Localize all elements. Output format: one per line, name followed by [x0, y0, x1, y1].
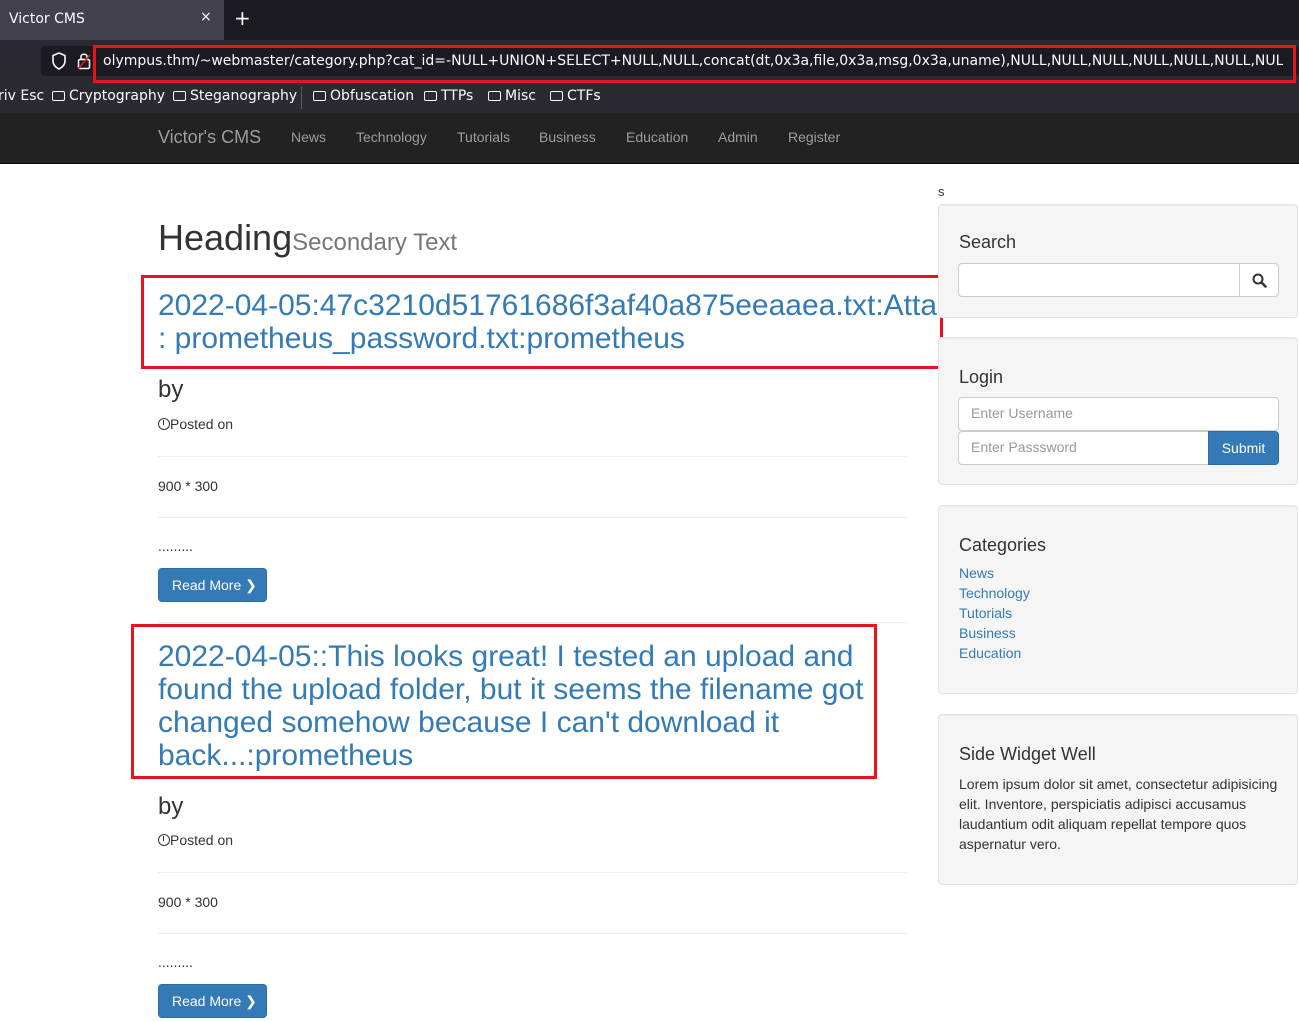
- post-title-highlight-box: [131, 624, 877, 779]
- site-navbar: Victor's CMS News Technology Tutorials B…: [0, 113, 1299, 164]
- read-more-button[interactable]: Read More ❯: [158, 984, 267, 1018]
- search-input[interactable]: [958, 263, 1240, 297]
- chevron-right-icon: ❯: [245, 577, 257, 593]
- divider: [158, 517, 908, 518]
- page-heading: HeadingSecondary Text: [158, 217, 458, 258]
- nav-tutorials[interactable]: Tutorials: [457, 129, 510, 145]
- bookmarks-toolbar: riv Esc Cryptography Steganography Obfus…: [0, 83, 1299, 113]
- heading-secondary: Secondary Text: [292, 229, 458, 256]
- category-tutorials[interactable]: Tutorials: [959, 605, 1012, 621]
- search-icon: [1252, 273, 1267, 288]
- search-title: Search: [959, 232, 1017, 252]
- folder-icon: [52, 91, 65, 101]
- login-title: Login: [959, 367, 1004, 387]
- search-button[interactable]: [1239, 263, 1279, 297]
- divider: [158, 872, 908, 873]
- side-widget-well: Side Widget Well Lorem ipsum dolor sit a…: [938, 714, 1298, 885]
- lock-icon[interactable]: [77, 51, 91, 71]
- category-business[interactable]: Business: [959, 625, 1016, 641]
- bookmark-misc[interactable]: Misc: [488, 88, 536, 104]
- category-technology[interactable]: Technology: [959, 585, 1030, 601]
- bookmark-steganography[interactable]: Steganography: [173, 88, 297, 104]
- post-date: Posted on: [158, 832, 233, 848]
- read-more-button[interactable]: Read More ❯: [158, 568, 267, 602]
- clock-icon: [158, 418, 170, 430]
- browser-tab-bar: Victor CMS × +: [0, 0, 1299, 40]
- categories-title: Categories: [959, 535, 1047, 555]
- password-field[interactable]: Enter Passsword: [958, 431, 1210, 465]
- search-well: Search: [938, 204, 1298, 318]
- bookmark-separator: [301, 87, 302, 109]
- nav-business[interactable]: Business: [539, 129, 596, 145]
- browser-tab[interactable]: Victor CMS ×: [0, 0, 224, 40]
- nav-admin[interactable]: Admin: [718, 129, 758, 145]
- post-excerpt: .........: [158, 954, 194, 970]
- url-highlight-box: [93, 45, 1296, 83]
- submit-button[interactable]: Submit: [1208, 431, 1279, 465]
- shield-icon[interactable]: [50, 51, 68, 71]
- divider: [158, 622, 908, 623]
- login-well: Login Enter Username Enter Passsword Sub…: [938, 337, 1298, 485]
- bookmark-priv-esc[interactable]: riv Esc: [0, 88, 44, 104]
- divider: [158, 933, 908, 934]
- bookmark-ctfs[interactable]: CTFs: [550, 88, 601, 104]
- folder-icon: [424, 91, 437, 101]
- post-author: by: [158, 793, 184, 820]
- bookmark-cryptography[interactable]: Cryptography: [52, 88, 165, 104]
- category-news[interactable]: News: [959, 565, 994, 581]
- post-title-highlight-box: [141, 275, 943, 369]
- folder-icon: [488, 91, 501, 101]
- divider: [158, 456, 908, 457]
- bookmark-obfuscation[interactable]: Obfuscation: [313, 88, 414, 104]
- post-author: by: [158, 376, 184, 403]
- post-image-placeholder: 900 * 300: [158, 894, 218, 910]
- post-excerpt: .........: [158, 538, 194, 554]
- folder-icon: [313, 91, 326, 101]
- folder-icon: [173, 91, 186, 101]
- nav-education[interactable]: Education: [626, 129, 688, 145]
- nav-register[interactable]: Register: [788, 129, 840, 145]
- folder-icon: [550, 91, 563, 101]
- new-tab-icon[interactable]: +: [234, 6, 251, 30]
- stray-text: s: [938, 184, 945, 199]
- tab-title: Victor CMS: [9, 11, 85, 27]
- site-brand[interactable]: Victor's CMS: [158, 127, 261, 148]
- categories-well: Categories News Technology Tutorials Bus…: [938, 505, 1298, 694]
- side-widget-text: Lorem ipsum dolor sit amet, consectetur …: [959, 776, 1278, 852]
- username-field[interactable]: Enter Username: [958, 397, 1279, 431]
- side-widget-title: Side Widget Well: [959, 744, 1096, 764]
- page-content: s HeadingSecondary Text 2022-04-05:47c32…: [0, 164, 1299, 1022]
- close-tab-icon[interactable]: ×: [200, 9, 212, 25]
- clock-icon: [158, 834, 170, 846]
- post-date: Posted on: [158, 416, 233, 432]
- category-education[interactable]: Education: [959, 645, 1021, 661]
- bookmark-ttps[interactable]: TTPs: [424, 88, 473, 104]
- chevron-right-icon: ❯: [245, 993, 257, 1009]
- nav-technology[interactable]: Technology: [356, 129, 427, 145]
- nav-news[interactable]: News: [291, 129, 326, 145]
- post-image-placeholder: 900 * 300: [158, 478, 218, 494]
